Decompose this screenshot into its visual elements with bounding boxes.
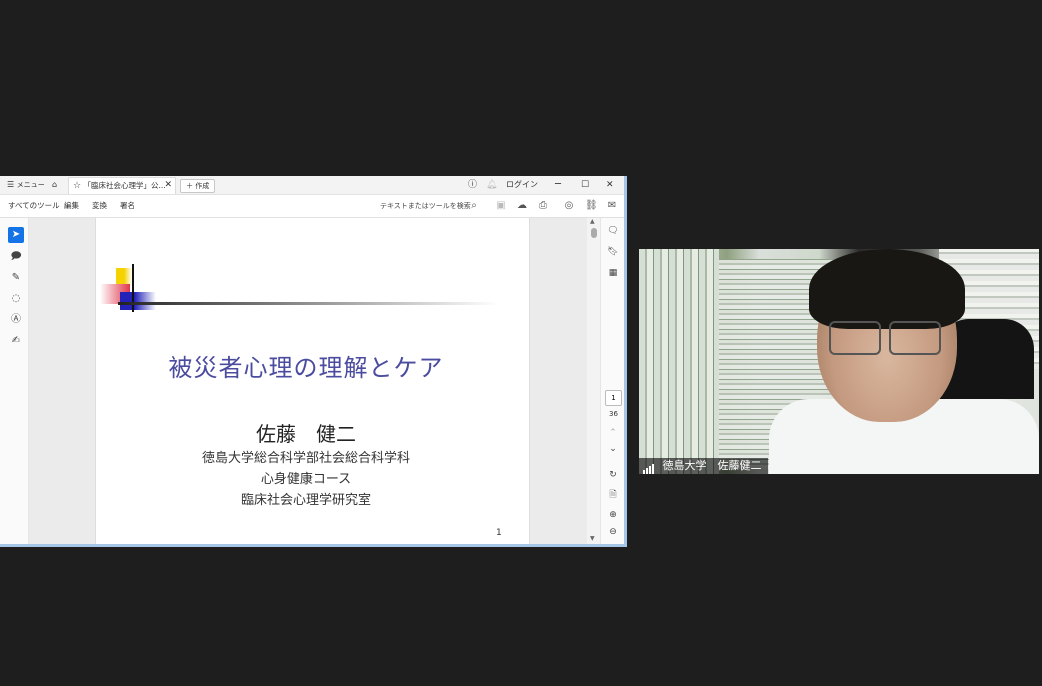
current-page-input[interactable]: 1 xyxy=(605,390,622,406)
page-settings-icon[interactable]: 🗎 xyxy=(605,488,621,502)
maximize-icon[interactable]: ☐ xyxy=(581,176,589,194)
pdf-viewer-window: ☰ メニュー ⌂ ☆ 「臨床社会心理学」公... ✕ ＋ 作成 ⓘ 🔔︎ ログイ… xyxy=(0,176,627,547)
slide-affiliation-2: 心身健康コース xyxy=(260,472,352,487)
menu-all-tools[interactable]: すべてのツール xyxy=(8,195,60,217)
video-bookshelf xyxy=(639,249,719,474)
fill-sign-tool-icon[interactable]: ✍ xyxy=(8,333,24,349)
print-icon[interactable]: ⎙ xyxy=(537,200,549,212)
previous-page-icon[interactable]: ⌃ xyxy=(605,426,621,440)
total-pages: 36 xyxy=(609,410,618,418)
close-tab-icon[interactable]: ✕ xyxy=(164,178,172,193)
menu-label: メニュー xyxy=(16,181,45,189)
vertical-scrollbar[interactable]: ▲ ▼ xyxy=(589,218,599,544)
pdf-page: 被災者心理の理解とケア 佐藤 健二 徳島大学総合科学部社会総合科学科 心身健康コ… xyxy=(95,218,530,544)
right-toolbar: 🗨 🔖︎ ▦ 1 36 ⌃ ⌄ ↻ 🗎 ⊕ ⊖ xyxy=(600,218,624,544)
menu-sign[interactable]: 署名 xyxy=(120,195,135,217)
close-window-icon[interactable]: ✕ xyxy=(606,176,614,194)
slide-affiliation-3: 臨床社会心理学研究室 xyxy=(240,493,371,508)
zoom-in-icon[interactable]: ⊕ xyxy=(605,508,621,522)
scroll-thumb[interactable] xyxy=(591,228,597,238)
menu-button[interactable]: ☰ メニュー xyxy=(7,176,45,194)
menu-convert[interactable]: 変換 xyxy=(92,195,107,217)
participant-name: 徳島大学 佐藤健二 xyxy=(662,459,762,472)
slide-title: 被災者心理の理解とケア xyxy=(168,354,444,382)
create-label: 作成 xyxy=(195,182,210,190)
comment-tool-icon[interactable]: 🗩 xyxy=(8,249,24,265)
star-icon[interactable]: ☆ xyxy=(73,181,81,191)
zoom-out-icon[interactable]: ⊖ xyxy=(605,525,621,539)
slide-author: 佐藤 健二 xyxy=(256,422,356,446)
scroll-up-icon[interactable]: ▲ xyxy=(590,218,595,225)
link-icon[interactable]: ⛓ xyxy=(585,200,598,212)
slide-decoration xyxy=(100,264,498,312)
cloud-upload-icon[interactable]: ☁ xyxy=(516,200,528,212)
share-user-icon[interactable]: ◎ xyxy=(563,200,575,212)
menu-bar: すべてのツール 編集 変換 署名 テキストまたはツールを検索 ⌕ ▣ ☁ ⎙ ◎… xyxy=(0,195,624,218)
video-person-hair xyxy=(809,249,965,329)
bell-icon[interactable]: 🔔︎ xyxy=(486,176,497,194)
menu-edit[interactable]: 編集 xyxy=(64,195,79,217)
rotate-icon[interactable]: ↻ xyxy=(605,468,621,482)
document-tab[interactable]: ☆ 「臨床社会心理学」公... ✕ xyxy=(68,177,176,194)
title-bar: ☰ メニュー ⌂ ☆ 「臨床社会心理学」公... ✕ ＋ 作成 ⓘ 🔔︎ ログイ… xyxy=(0,176,624,195)
participant-video-tile[interactable]: 徳島大学 佐藤健二 xyxy=(639,249,1039,474)
next-page-icon[interactable]: ⌄ xyxy=(605,442,621,456)
slide-affiliation-1: 徳島大学総合科学部社会総合科学科 xyxy=(201,451,410,466)
scroll-down-icon[interactable]: ▼ xyxy=(590,535,595,542)
comments-panel-icon[interactable]: 🗨 xyxy=(605,224,621,238)
save-icon[interactable]: ▣ xyxy=(495,200,507,212)
search-icon[interactable]: ⌕ xyxy=(468,200,480,212)
create-button[interactable]: ＋ 作成 xyxy=(180,179,216,193)
pen-tool-icon[interactable]: ✎ xyxy=(8,270,24,286)
slide-page-number: 1 xyxy=(496,528,502,538)
hamburger-icon: ☰ xyxy=(7,180,15,189)
plus-icon: ＋ xyxy=(186,182,193,190)
thumbnails-grid-icon[interactable]: ▦ xyxy=(605,266,621,280)
participant-nameplate: 徳島大学 佐藤健二 xyxy=(639,458,768,474)
document-canvas[interactable]: 被災者心理の理解とケア 佐藤 健二 徳島大学総合科学部社会総合科学科 心身健康コ… xyxy=(29,218,587,544)
bookmark-panel-icon[interactable]: 🔖︎ xyxy=(605,245,621,259)
lasso-tool-icon[interactable]: ◌ xyxy=(8,291,24,307)
search-tools[interactable]: テキストまたはツールを検索 xyxy=(380,195,471,217)
tab-title: 「臨床社会心理学」公... xyxy=(83,181,166,190)
text-tool-icon[interactable]: Ⓐ xyxy=(8,312,24,328)
select-tool-icon[interactable]: ➤ xyxy=(8,227,24,243)
signal-strength-icon xyxy=(643,458,655,474)
video-glasses-left xyxy=(829,321,881,355)
help-icon[interactable]: ⓘ xyxy=(468,176,477,194)
mail-icon[interactable]: ✉ xyxy=(606,200,618,212)
home-icon[interactable]: ⌂ xyxy=(52,176,57,194)
video-glasses-right xyxy=(889,321,941,355)
minimize-icon[interactable]: ─ xyxy=(555,176,561,194)
left-toolbar: ➤ 🗩 ✎ ◌ Ⓐ ✍ xyxy=(0,218,29,544)
login-button[interactable]: ログイン xyxy=(506,176,538,194)
